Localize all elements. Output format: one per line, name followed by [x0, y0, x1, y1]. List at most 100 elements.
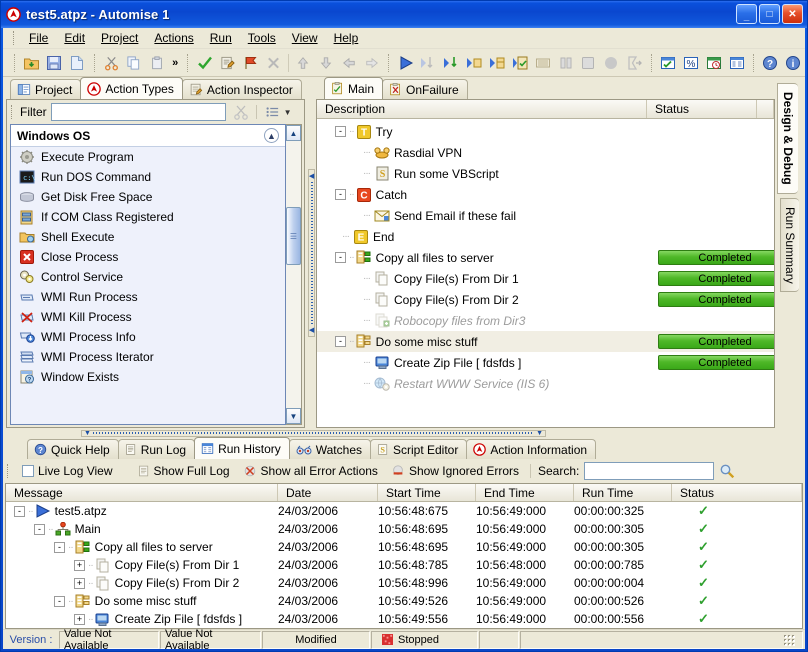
run-selected-icon[interactable]	[508, 51, 531, 75]
horizontal-splitter[interactable]: ▼ ▼	[3, 428, 805, 438]
log-expander[interactable]: +	[74, 577, 85, 589]
log-expander[interactable]: +	[74, 559, 85, 571]
clear-filter-icon[interactable]	[233, 104, 249, 120]
filter-grip[interactable]	[11, 105, 14, 119]
action-tree-row[interactable]: ··· Create Zip File [ fdsfds ] Completed	[317, 352, 774, 373]
show-ignored-errors-button[interactable]: Show Ignored Errors	[387, 462, 523, 480]
action-types-list[interactable]: Windows OS ▲ Execute Program c:\ Run DOS C…	[10, 124, 286, 425]
step-into-icon[interactable]	[440, 51, 463, 75]
search-input[interactable]	[584, 462, 715, 480]
tree-expander[interactable]: -	[335, 189, 346, 200]
delete-icon[interactable]	[262, 51, 285, 75]
paste-icon[interactable]	[145, 51, 168, 75]
action-type-item[interactable]: If COM Class Registered	[11, 207, 285, 227]
maximize-button[interactable]: □	[759, 4, 780, 24]
splitter-collapse-down-icon[interactable]: ▼	[536, 430, 543, 437]
live-log-view-checkbox[interactable]	[22, 465, 34, 477]
action-tree-row[interactable]: ··· Robocopy files from Dir3	[317, 310, 774, 331]
action-tree-row[interactable]: ··· Send Email if these fail	[317, 205, 774, 226]
about-icon[interactable]: i	[782, 51, 805, 75]
column-message[interactable]: Message	[6, 484, 278, 501]
vertical-splitter-bar[interactable]: ◀ ◀	[308, 168, 315, 337]
log-row[interactable]: - ·· test5.atpz 24/03/2006 10:56:48:675 10:56…	[6, 502, 802, 520]
variables-icon[interactable]: %	[679, 51, 702, 75]
splitter-collapse-right-icon[interactable]: ◀	[309, 326, 314, 334]
copy-icon[interactable]	[122, 51, 145, 75]
move-down-icon[interactable]	[315, 51, 338, 75]
log-expander[interactable]: -	[54, 595, 65, 607]
tree-expander[interactable]: -	[335, 252, 346, 263]
chevron-down-icon[interactable]: ▼	[284, 108, 292, 117]
action-tree-body[interactable]: - ·· T Try ··· Rasdial VPN ··· S Run some VBScri…	[317, 119, 774, 427]
scroll-track[interactable]: ☰	[286, 141, 301, 408]
check-icon[interactable]	[193, 51, 216, 75]
column-end-time[interactable]: End Time	[476, 484, 574, 501]
move-up-icon[interactable]	[292, 51, 315, 75]
run-icon[interactable]	[394, 51, 417, 75]
abort-icon[interactable]	[600, 51, 623, 75]
tab-watches[interactable]: Watches	[288, 439, 371, 459]
menu-project[interactable]: Project	[94, 29, 145, 47]
action-list-scrollbar[interactable]: ▲ ☰ ▼	[286, 124, 302, 425]
new-file-icon[interactable]	[66, 51, 89, 75]
minimize-button[interactable]: _	[736, 4, 757, 24]
toolbar-grip-1[interactable]	[14, 53, 15, 72]
menu-run[interactable]: Run	[203, 29, 239, 47]
scheduler-icon[interactable]	[702, 51, 725, 75]
vtab-run-summary[interactable]: Run Summary	[780, 197, 799, 293]
log-row[interactable]: + ·· Create Zip File [ fdsfds ] 24/03/2006 1…	[6, 610, 802, 628]
action-type-item[interactable]: Get Disk Free Space	[11, 187, 285, 207]
action-tree-row[interactable]: ··· Rasdial VPN	[317, 142, 774, 163]
edit-action-icon[interactable]	[216, 51, 239, 75]
menu-edit[interactable]: Edit	[57, 29, 92, 47]
action-tree-row[interactable]: ··· S Run some VBScript	[317, 163, 774, 184]
column-date[interactable]: Date	[278, 484, 378, 501]
column-start-time[interactable]: Start Time	[378, 484, 476, 501]
column-status[interactable]: Status	[672, 484, 802, 501]
action-tree-row[interactable]: - ·· T Try	[317, 121, 774, 142]
menu-tools[interactable]: Tools	[241, 29, 283, 47]
menu-help[interactable]: Help	[327, 29, 366, 47]
toolbar-overflow-button[interactable]: »	[168, 57, 182, 69]
move-right-icon[interactable]	[360, 51, 383, 75]
log-expander[interactable]: -	[34, 523, 45, 535]
log-row[interactable]: + ·· Copy File(s) From Dir 2 24/03/2006 10:5…	[6, 574, 802, 592]
action-tree-row[interactable]: ··· Copy File(s) From Dir 1 Completed	[317, 268, 774, 289]
tab-run-log[interactable]: Run Log	[117, 439, 196, 459]
action-type-item[interactable]: Control Service	[11, 267, 285, 287]
scroll-up-button[interactable]: ▲	[286, 125, 301, 141]
live-log-view-toggle[interactable]: Live Log View	[18, 462, 117, 480]
filter-input[interactable]	[50, 103, 226, 121]
action-type-item[interactable]: WMI Kill Process	[11, 307, 285, 327]
action-type-item[interactable]: Shell Execute	[11, 227, 285, 247]
magnifier-icon[interactable]	[719, 463, 735, 479]
tab-action-information[interactable]: Action Information	[466, 439, 597, 459]
cut-icon[interactable]	[100, 51, 123, 75]
resize-grip[interactable]	[783, 633, 795, 646]
step-out-icon[interactable]	[486, 51, 509, 75]
column-status[interactable]: Status	[647, 100, 757, 118]
log-expander[interactable]: +	[74, 613, 85, 625]
save-icon[interactable]	[43, 51, 66, 75]
breakpoint-icon[interactable]	[239, 51, 262, 75]
step-over-icon[interactable]	[463, 51, 486, 75]
help-icon[interactable]: ?	[759, 51, 782, 75]
vtab-design-debug[interactable]: Design & Debug	[777, 83, 798, 194]
chevron-up-icon[interactable]: ▲	[264, 128, 279, 143]
tab-action-types[interactable]: Action Types	[80, 77, 183, 99]
tree-expander[interactable]: -	[335, 336, 346, 347]
show-full-log-button[interactable]: Show Full Log	[134, 462, 234, 480]
action-tree-row[interactable]: - ·· Copy all files to server Completed	[317, 247, 774, 268]
close-button[interactable]: ✕	[782, 4, 803, 24]
action-tree-row[interactable]: ··· E End	[317, 226, 774, 247]
action-tree-row[interactable]: - ·· C Catch	[317, 184, 774, 205]
timeout-icon[interactable]	[623, 51, 646, 75]
show-all-error-actions-button[interactable]: Show all Error Actions	[239, 462, 382, 480]
pause2-icon[interactable]	[554, 51, 577, 75]
run-history-body[interactable]: - ·· test5.atpz 24/03/2006 10:56:48:675 10:56…	[6, 502, 802, 628]
action-type-item[interactable]: Execute Program	[11, 147, 285, 167]
tree-expander[interactable]: -	[335, 126, 346, 137]
vertical-splitter[interactable]: ◀ ◀	[307, 77, 316, 428]
action-type-item[interactable]: Close Process	[11, 247, 285, 267]
menubar-grip[interactable]	[13, 31, 16, 45]
